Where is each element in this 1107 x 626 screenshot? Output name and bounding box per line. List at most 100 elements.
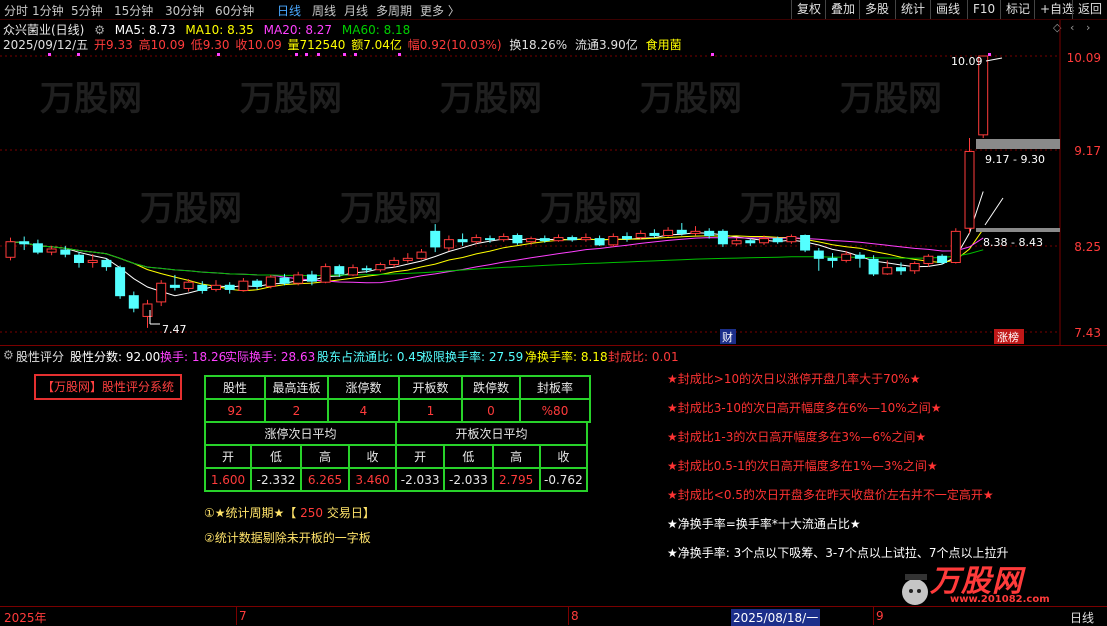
watermark-layer: 万股网 万股网 万股网 万股网 万股网万股网 万股网 万股网 万股网	[40, 79, 942, 229]
candle-down	[868, 258, 879, 275]
watermark-text: 万股网	[640, 79, 742, 119]
candle-up	[923, 255, 934, 265]
note-period-suffix: 交易日】	[326, 506, 375, 520]
signal-dot	[711, 53, 714, 56]
panel-jing: 净换手率: 8.18	[525, 350, 608, 364]
formula-note: ★净换手率=换手率*十大流通占比★	[667, 517, 861, 531]
period-60min[interactable]: 60分钟	[215, 2, 254, 19]
axis-cursor-date: 2025/08/18/一	[731, 609, 821, 626]
table-header-cell: 高	[300, 444, 350, 469]
price-label-3: 8.25	[1074, 240, 1101, 254]
period-30min[interactable]: 30分钟	[165, 2, 204, 19]
table-header-cell: 收	[538, 444, 589, 469]
tongji-button[interactable]: 统计	[895, 0, 930, 19]
fuquan-button[interactable]: 复权	[791, 0, 826, 19]
table-header-cell: 开板数	[398, 375, 463, 400]
candle-down	[457, 239, 468, 243]
period-5min[interactable]: 5分钟	[71, 2, 103, 19]
candle-down	[361, 268, 372, 271]
candle-down	[854, 254, 865, 259]
candle-up	[759, 238, 769, 244]
candle-down	[539, 238, 550, 242]
duogu-button[interactable]: 多股	[859, 0, 894, 19]
table-row: 涨停次日平均 开板次日平均	[204, 421, 588, 446]
signal-dot	[317, 53, 320, 56]
price-label-high: 10.09	[1066, 51, 1101, 65]
candle-up	[471, 237, 482, 243]
huaxian-button[interactable]: 画线	[930, 0, 965, 19]
candle-down	[567, 237, 578, 241]
marker-dots	[48, 53, 991, 56]
candle-up	[909, 263, 920, 272]
signal-dot	[217, 53, 220, 56]
candle-up	[635, 232, 646, 239]
period-weekly[interactable]: 周线	[312, 2, 336, 19]
table-header-cell: 跌停数	[461, 375, 521, 400]
range-label-2: 8.38 - 8.43	[983, 236, 1043, 249]
candle-up	[5, 241, 16, 258]
signal-dot	[988, 53, 991, 56]
axis-year: 2025年	[4, 611, 47, 625]
candle-up	[964, 150, 975, 229]
candle-down	[60, 249, 71, 255]
candle-down	[594, 238, 605, 246]
period-15min[interactable]: 15分钟	[114, 2, 153, 19]
candle-up	[498, 236, 509, 241]
candle-down	[676, 229, 687, 234]
candle-up	[156, 282, 167, 303]
period-daily[interactable]: 日线	[277, 2, 301, 19]
panel-score: 股性分数: 92.00	[70, 350, 161, 364]
candle-up	[786, 236, 797, 243]
table-cell: 0	[461, 398, 521, 423]
diejia-button[interactable]: 叠加	[825, 0, 860, 19]
rule-5: ★封成比<0.5的次日开盘多在昨天收盘价左右并不一定高开★	[667, 488, 994, 502]
group-header-zhangting: 涨停次日平均	[204, 421, 397, 446]
trend-arrow	[984, 197, 1004, 226]
candle-down	[937, 255, 948, 263]
back-button[interactable]: 返回	[1072, 0, 1107, 19]
period-fenshi[interactable]: 分时	[4, 2, 28, 19]
candle-up	[320, 266, 331, 283]
table-cell: 1	[398, 398, 463, 423]
candle-down	[896, 267, 906, 272]
candle-down	[334, 266, 345, 275]
table-header-cell: 低	[250, 444, 302, 469]
table-header-cell: 涨停数	[327, 375, 400, 400]
candle-down	[800, 235, 811, 251]
rule-1: ★封成比>10的次日以涨停开盘几率大于70%★	[667, 372, 921, 386]
candle-down	[115, 267, 126, 297]
signal-dot	[398, 53, 401, 56]
biaoji-button[interactable]: 标记	[1000, 0, 1035, 19]
candle-down	[649, 232, 660, 237]
candle-up	[142, 303, 153, 317]
candle-down	[622, 236, 632, 240]
table-header-cell: 股性	[204, 375, 266, 400]
candle-up	[238, 280, 249, 291]
period-multi[interactable]: 多周期	[376, 2, 412, 19]
signal-dot	[77, 53, 80, 56]
candle-down	[32, 243, 43, 253]
watermark-text: 万股网	[140, 189, 242, 229]
candle-up	[608, 236, 619, 246]
high-arrow	[985, 57, 1003, 62]
candle-up	[690, 230, 701, 234]
candle-down	[306, 274, 317, 282]
candle-up	[526, 238, 537, 243]
panel-gear-icon[interactable]: ⚙	[3, 348, 14, 362]
table-row: 92 2 4 1 0 %80	[204, 398, 591, 423]
table-header-cell: 最高连板	[264, 375, 329, 400]
period-more[interactable]: 更多 〉	[420, 2, 460, 19]
candlestick-chart[interactable]: 万股网 万股网 万股网 万股网 万股网万股网 万股网 万股网 万股网 9.17 - 9.308…	[0, 20, 1107, 345]
axis-period: 日线	[1070, 611, 1095, 625]
note-period-prefix: ①★统计周期★【	[204, 506, 297, 520]
candle-down	[512, 235, 523, 244]
period-monthly[interactable]: 月线	[344, 2, 368, 19]
axis-month-9: 9	[876, 609, 884, 623]
panel-shiji: 实际换手: 28.63	[225, 350, 316, 364]
candle-down	[128, 295, 139, 309]
period-1min[interactable]: 1分钟	[32, 2, 64, 19]
panel-name: 股性评分	[16, 350, 65, 364]
f10-button[interactable]: F10	[967, 0, 1000, 19]
signal-dot	[343, 53, 346, 56]
candle-up	[841, 253, 852, 261]
